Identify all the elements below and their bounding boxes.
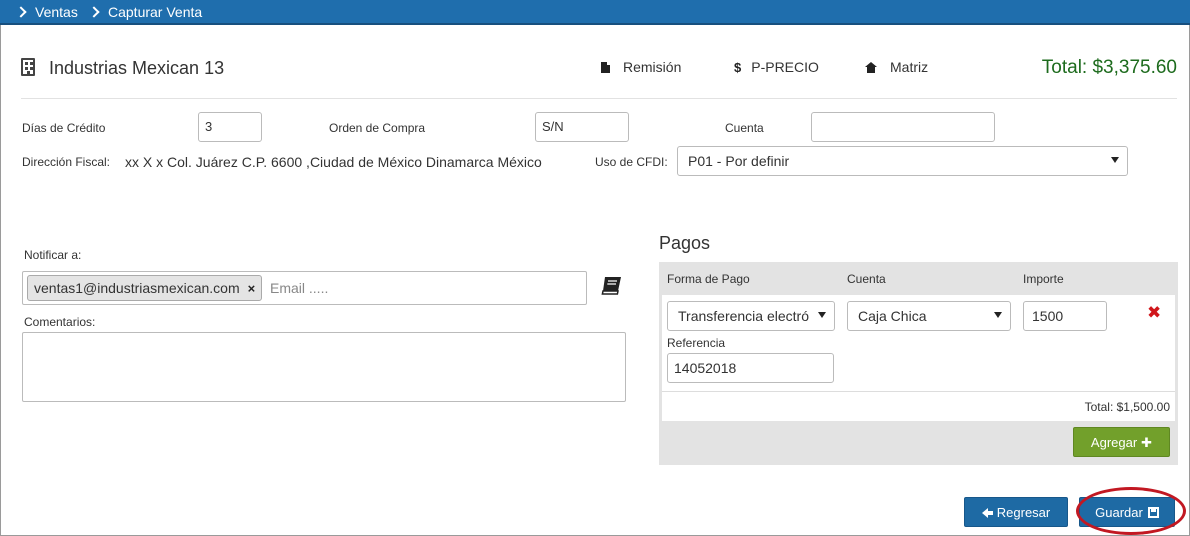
- uso-cfdi-value: P01 - Por definir: [688, 153, 790, 169]
- importe-input[interactable]: 1500: [1023, 301, 1107, 331]
- dollar-icon: $: [734, 59, 742, 75]
- arrow-left-icon-stem: [987, 510, 993, 515]
- comentarios-label: Comentarios:: [24, 315, 96, 329]
- cuenta-input[interactable]: [811, 112, 995, 142]
- matriz-label: Matriz: [890, 59, 929, 75]
- forma-pago-value: Transferencia electró: [678, 308, 809, 324]
- highlight-annotation: [1076, 487, 1186, 535]
- precio-label: P-PRECIO: [751, 59, 819, 75]
- direccion-fiscal-label: Dirección Fiscal:: [22, 155, 111, 169]
- notify-email-input[interactable]: ventas1@industriasmexican.com × Email ...…: [22, 271, 587, 305]
- uso-cfdi-label: Uso de CFDI:: [595, 155, 668, 169]
- remision-link[interactable]: Remisión: [601, 59, 681, 75]
- uso-cfdi-select[interactable]: P01 - Por definir: [677, 146, 1128, 176]
- matriz-link[interactable]: Matriz: [865, 59, 928, 75]
- agregar-button[interactable]: Agregar ✚: [1073, 427, 1170, 457]
- chevron-down-icon: [1111, 157, 1119, 163]
- chevron-right-icon: [88, 6, 100, 18]
- address-book-icon[interactable]: [600, 276, 622, 296]
- chevron-right-icon: [15, 6, 27, 18]
- forma-pago-select[interactable]: Transferencia electró: [667, 301, 835, 331]
- breadcrumb-item-ventas[interactable]: Ventas: [15, 4, 78, 20]
- sale-total: Total: $3,375.60: [1041, 57, 1177, 78]
- payment-cuenta-value: Caja Chica: [858, 308, 927, 324]
- orden-compra-label: Orden de Compra: [329, 121, 426, 135]
- importe-header: Importe: [1023, 272, 1064, 286]
- pagos-title: Pagos: [659, 233, 711, 253]
- breadcrumb-label: Ventas: [35, 4, 78, 20]
- cuenta-label: Cuenta: [725, 121, 764, 135]
- home-icon: [865, 61, 877, 73]
- orden-compra-input[interactable]: S/N: [535, 112, 629, 142]
- agregar-label: Agregar: [1090, 435, 1138, 450]
- pagos-total: Total: $1,500.00: [1084, 400, 1170, 414]
- precio-link[interactable]: $ P-PRECIO: [734, 59, 819, 75]
- forma-pago-header: Forma de Pago: [667, 272, 750, 286]
- delete-payment-icon[interactable]: ✖: [1147, 303, 1161, 323]
- regresar-label: Regresar: [996, 505, 1051, 520]
- notificar-label: Notificar a:: [24, 248, 82, 262]
- breadcrumb: Ventas Capturar Venta: [0, 0, 1190, 25]
- building-icon: [21, 58, 35, 76]
- remision-label: Remisión: [623, 59, 682, 75]
- email-tag-label: ventas1@industriasmexican.com: [34, 280, 240, 296]
- referencia-input[interactable]: 14052018: [667, 353, 834, 383]
- dias-credito-input[interactable]: 3: [198, 112, 262, 142]
- direccion-fiscal-value: xx X x Col. Juárez C.P. 6600 ,Ciudad de …: [125, 154, 542, 170]
- client-name: Industrias Mexican 13: [49, 58, 225, 78]
- chevron-down-icon: [818, 312, 826, 318]
- regresar-button[interactable]: Regresar: [964, 497, 1068, 527]
- plus-icon: ✚: [1141, 435, 1153, 450]
- remove-tag-icon[interactable]: ×: [248, 281, 256, 296]
- chevron-down-icon: [994, 312, 1002, 318]
- breadcrumb-item-capturar-venta[interactable]: Capturar Venta: [88, 4, 203, 20]
- divider: [21, 98, 1177, 99]
- email-placeholder: Email .....: [270, 280, 329, 296]
- referencia-label: Referencia: [667, 336, 726, 350]
- dias-credito-label: Días de Crédito: [22, 121, 106, 135]
- email-tag: ventas1@industriasmexican.com ×: [27, 275, 263, 301]
- comentarios-textarea[interactable]: [22, 332, 626, 402]
- pagos-total-row: Total: $1,500.00: [662, 391, 1175, 421]
- breadcrumb-label: Capturar Venta: [108, 4, 203, 20]
- cuenta-header: Cuenta: [847, 272, 886, 286]
- payment-cuenta-select[interactable]: Caja Chica: [847, 301, 1011, 331]
- document-icon: [601, 61, 610, 73]
